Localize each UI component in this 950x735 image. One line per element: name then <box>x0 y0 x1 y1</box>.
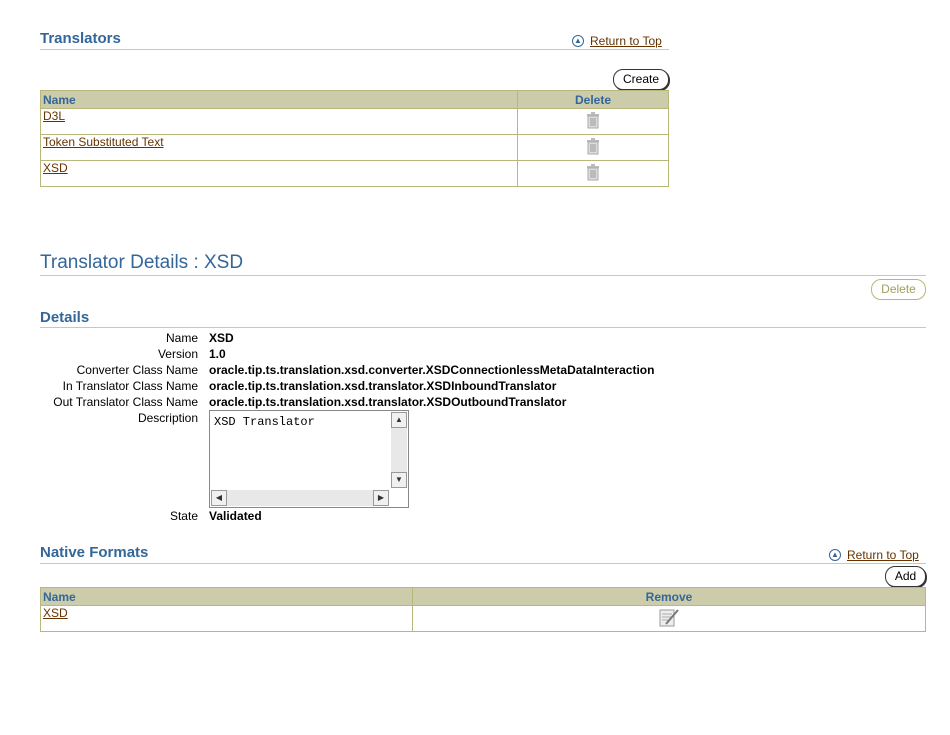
in-translator-class-label: In Translator Class Name <box>62 379 198 393</box>
column-header-name[interactable]: Name <box>40 587 413 606</box>
state-value: Validated <box>209 509 262 523</box>
table-row: Token Substituted Text <box>40 134 669 161</box>
state-label: State <box>169 509 198 523</box>
name-value: XSD <box>209 331 234 345</box>
return-to-top-icon: ▲ <box>572 35 584 47</box>
native-format-link-xsd[interactable]: XSD <box>43 606 68 620</box>
column-header-remove: Remove <box>412 587 926 606</box>
translators-title: Translators <box>40 30 121 47</box>
return-to-top-2[interactable]: ▲ Return to Top <box>829 548 919 562</box>
version-value: 1.0 <box>209 347 226 361</box>
trash-icon[interactable] <box>585 112 601 132</box>
converter-class-value: oracle.tip.ts.translation.xsd.converter.… <box>209 363 655 377</box>
description-label: Description <box>137 411 198 425</box>
create-button[interactable]: Create <box>613 69 669 90</box>
scroll-right-icon[interactable]: ▶ <box>373 490 389 506</box>
add-button[interactable]: Add <box>885 566 926 587</box>
details-title-divider <box>40 275 926 276</box>
horizontal-scrollbar[interactable]: ◀ ▶ <box>211 490 389 506</box>
description-text: XSD Translator <box>214 415 315 429</box>
name-label: Name <box>165 331 198 345</box>
version-label: Version <box>157 347 198 361</box>
column-header-delete: Delete <box>517 90 669 109</box>
return-to-top-icon: ▲ <box>829 549 841 561</box>
return-to-top-link[interactable]: Return to Top <box>847 548 919 562</box>
trash-icon[interactable] <box>585 138 601 158</box>
page-title: Translator Details : XSD <box>40 252 244 273</box>
translators-divider <box>40 49 669 50</box>
scroll-down-icon[interactable]: ▼ <box>391 472 407 488</box>
translators-table: Name Delete D3L Token Substituted Text X… <box>40 90 669 187</box>
column-header-name[interactable]: Name <box>40 90 518 109</box>
trash-icon[interactable] <box>585 164 601 184</box>
scroll-up-icon[interactable]: ▲ <box>391 412 407 428</box>
native-formats-divider <box>40 563 926 564</box>
out-translator-class-value: oracle.tip.ts.translation.xsd.translator… <box>209 395 567 409</box>
table-row: XSD <box>40 160 669 187</box>
table-row: D3L <box>40 108 669 135</box>
native-formats-table: Name Remove XSD <box>40 587 926 632</box>
out-translator-class-label: Out Translator Class Name <box>53 395 198 409</box>
return-to-top-link[interactable]: Return to Top <box>590 34 662 48</box>
return-to-top-1[interactable]: ▲ Return to Top <box>572 34 662 48</box>
details-divider <box>40 327 926 328</box>
native-formats-title: Native Formats <box>40 544 149 561</box>
scroll-left-icon[interactable]: ◀ <box>211 490 227 506</box>
remove-icon[interactable] <box>658 609 680 631</box>
converter-class-label: Converter Class Name <box>76 363 198 377</box>
translator-link-token[interactable]: Token Substituted Text <box>43 135 164 149</box>
details-section-title: Details <box>40 309 90 326</box>
description-textarea[interactable]: XSD Translator ▲ ▼ ◀ ▶ <box>209 410 409 508</box>
translator-link-d3l[interactable]: D3L <box>43 109 65 123</box>
delete-button[interactable]: Delete <box>871 279 926 300</box>
in-translator-class-value: oracle.tip.ts.translation.xsd.translator… <box>209 379 557 393</box>
table-row: XSD <box>40 605 926 632</box>
translator-link-xsd[interactable]: XSD <box>43 161 68 175</box>
vertical-scrollbar[interactable]: ▲ ▼ <box>391 412 407 488</box>
